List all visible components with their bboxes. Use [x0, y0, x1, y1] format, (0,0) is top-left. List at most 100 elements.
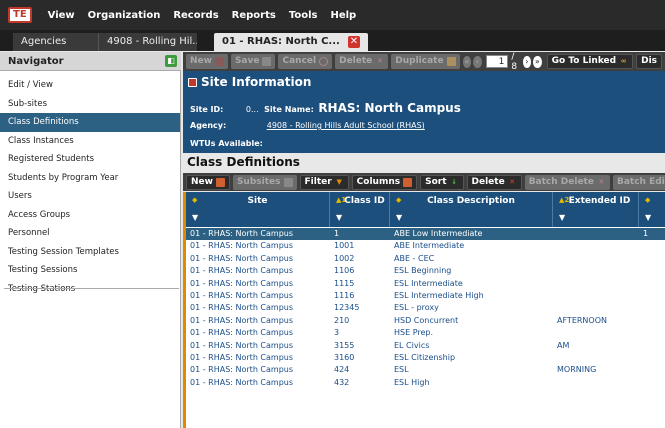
tab-agencies[interactable]: Agencies	[13, 33, 99, 51]
sidebar-item-testing-sessions[interactable]: Testing Sessions	[0, 261, 180, 280]
cell-class-id: 3	[334, 328, 340, 338]
filter-icon: ▼	[336, 177, 342, 186]
filter-icon[interactable]: ▼	[192, 213, 198, 222]
page-number-input[interactable]: 1	[485, 55, 509, 68]
new-class-button[interactable]: New	[186, 174, 230, 190]
table-row[interactable]: 01 - RHAS: North Campus 432 ESL High	[186, 377, 665, 389]
columns-label: Columns	[356, 176, 401, 187]
column-label: Class Description	[427, 196, 515, 206]
tab-label: 4908 - Rolling Hil...	[107, 36, 197, 47]
subsites-label: Subsites	[236, 176, 281, 187]
record-icon	[188, 78, 197, 87]
tab-label: Agencies	[21, 36, 67, 47]
table-row[interactable]: 01 - RHAS: North Campus 1 ABE Low Intermed…	[186, 228, 665, 241]
filter-icon[interactable]: ▼	[559, 213, 565, 222]
menu-organization[interactable]: Organization	[88, 10, 161, 21]
table-row[interactable]: 01 - RHAS: North Campus 424 ESL MORNING	[186, 364, 665, 376]
table-row[interactable]: 01 - RHAS: North Campus 210 HSD Concurrent…	[186, 315, 665, 327]
table-row[interactable]: 01 - RHAS: North Campus 12345 ESL - proxy	[186, 302, 665, 314]
batch-delete-button[interactable]: Batch Delete ✕	[524, 174, 610, 190]
menu-help[interactable]: Help	[330, 10, 356, 21]
batch-delete-label: Batch Delete	[528, 176, 594, 187]
sidebar-item-users[interactable]: Users	[0, 187, 180, 206]
menu-records[interactable]: Records	[173, 10, 218, 21]
prev-page-icon[interactable]: ‹	[473, 55, 482, 68]
filter-icon[interactable]: ▼	[396, 213, 402, 222]
menu-reports[interactable]: Reports	[232, 10, 276, 21]
save-label: Save	[234, 56, 260, 66]
filter-button[interactable]: Filter ▼	[299, 174, 349, 190]
batch-edit-label: Batch Edit	[616, 176, 665, 187]
next-page-icon[interactable]: ›	[522, 55, 532, 68]
sidebar-item-class-definitions[interactable]: Class Definitions	[0, 113, 180, 132]
subsites-button[interactable]: Subsites	[232, 174, 297, 190]
columns-icon	[403, 177, 413, 187]
column-header-extra[interactable]: ◆ ▼	[639, 192, 665, 227]
go-to-linked-label: Go To Linked	[551, 56, 617, 66]
agency-label: Agency:	[190, 121, 227, 130]
wtus-row: WTUs Available:	[190, 139, 263, 148]
new-button[interactable]: New	[186, 54, 228, 69]
table-row[interactable]: 01 - RHAS: North Campus 3 HSE Prep.	[186, 327, 665, 339]
table-row[interactable]: 01 - RHAS: North Campus 3155 EL Civics AM	[186, 340, 665, 352]
sidebar-item-edit-view[interactable]: Edit / View	[0, 76, 180, 95]
duplicate-icon	[446, 57, 456, 66]
table-row[interactable]: 01 - RHAS: North Campus 1106 ESL Beginning	[186, 265, 665, 277]
columns-button[interactable]: Columns	[351, 174, 418, 190]
filter-icon[interactable]: ▼	[336, 213, 342, 222]
panel-toggle-icon[interactable]: ◧	[165, 55, 177, 67]
cell-site: 01 - RHAS: North Campus	[190, 278, 294, 288]
cancel-button[interactable]: Cancel	[278, 54, 333, 69]
go-to-linked-button[interactable]: Go To Linked ∞	[546, 54, 634, 69]
last-page-icon[interactable]: »	[533, 55, 542, 68]
table-row[interactable]: 01 - RHAS: North Campus 1001 ABE Intermedi…	[186, 240, 665, 252]
sidebar-item-registered-students[interactable]: Registered Students	[0, 150, 180, 169]
display-button[interactable]: Dis	[636, 54, 663, 69]
sidebar-item-students-by-program-year[interactable]: Students by Program Year	[0, 169, 180, 188]
column-header-site[interactable]: ◆ Site ▼	[186, 192, 330, 227]
column-header-extended-id[interactable]: ▲2 Extended ID ▼	[553, 192, 639, 227]
cell-class-id: 1106	[334, 266, 355, 276]
table-row[interactable]: 01 - RHAS: North Campus 1116 ESL Intermedi…	[186, 290, 665, 302]
agency-link[interactable]: 4908 - Rolling Hills Adult School (RHAS)	[267, 121, 425, 130]
column-header-class-id[interactable]: ▲1 Class ID ▼	[330, 192, 390, 227]
filter-icon[interactable]: ▼	[645, 213, 651, 222]
cell-class-description: ESL High	[394, 377, 430, 387]
delete-class-button[interactable]: Delete ✕	[466, 174, 522, 190]
menu-tools[interactable]: Tools	[289, 10, 318, 21]
sidebar-item-class-instances[interactable]: Class Instances	[0, 132, 180, 151]
sidebar-item-access-groups[interactable]: Access Groups	[0, 206, 180, 225]
tab-agency-detail[interactable]: 4908 - Rolling Hil...	[99, 33, 197, 51]
menu-view[interactable]: View	[48, 10, 75, 21]
table-row[interactable]: 01 - RHAS: North Campus 1002 ABE - CEC	[186, 253, 665, 265]
cell-site: 01 - RHAS: North Campus	[190, 303, 294, 313]
first-page-icon[interactable]: «	[462, 55, 472, 68]
delete-x-icon: ✕	[509, 177, 516, 186]
site-id-value: 0...	[245, 105, 259, 114]
delete-button[interactable]: Delete ✕	[335, 54, 389, 69]
tab-label: 01 - RHAS: North C...	[222, 36, 340, 47]
column-header-class-description[interactable]: ◆ Class Description ▼	[390, 192, 553, 227]
save-button[interactable]: Save	[230, 54, 276, 69]
table-row[interactable]: 01 - RHAS: North Campus 1115 ESL Intermedi…	[186, 278, 665, 290]
cell-site: 01 - RHAS: North Campus	[190, 266, 294, 276]
tab-site-detail[interactable]: 01 - RHAS: North C... ✕	[214, 33, 368, 51]
sidebar-item-personnel[interactable]: Personnel	[0, 224, 180, 243]
new-icon	[215, 177, 225, 187]
close-icon[interactable]: ✕	[348, 36, 360, 48]
save-icon	[262, 57, 272, 66]
sidebar-item-sub-sites[interactable]: Sub-sites	[0, 95, 180, 114]
table-row[interactable]: 01 - RHAS: North Campus 3160 ESL Citizensh…	[186, 352, 665, 364]
section-title: Site Information	[201, 75, 312, 89]
sort-button[interactable]: Sort ↓	[420, 174, 464, 190]
new-icon	[214, 57, 224, 66]
display-label: Dis	[641, 56, 658, 66]
cell-site: 01 - RHAS: North Campus	[190, 291, 294, 300]
sidebar-item-testing-session-templates[interactable]: Testing Session Templates	[0, 243, 180, 262]
delete-class-label: Delete	[471, 176, 505, 187]
site-id-label: Site ID:	[190, 105, 224, 114]
duplicate-button[interactable]: Duplicate	[391, 54, 460, 69]
site-information-panel: Site Information Site ID: 0... Site Name…	[183, 71, 665, 153]
filter-label: Filter	[304, 176, 332, 187]
batch-edit-button[interactable]: Batch Edit	[612, 174, 665, 190]
